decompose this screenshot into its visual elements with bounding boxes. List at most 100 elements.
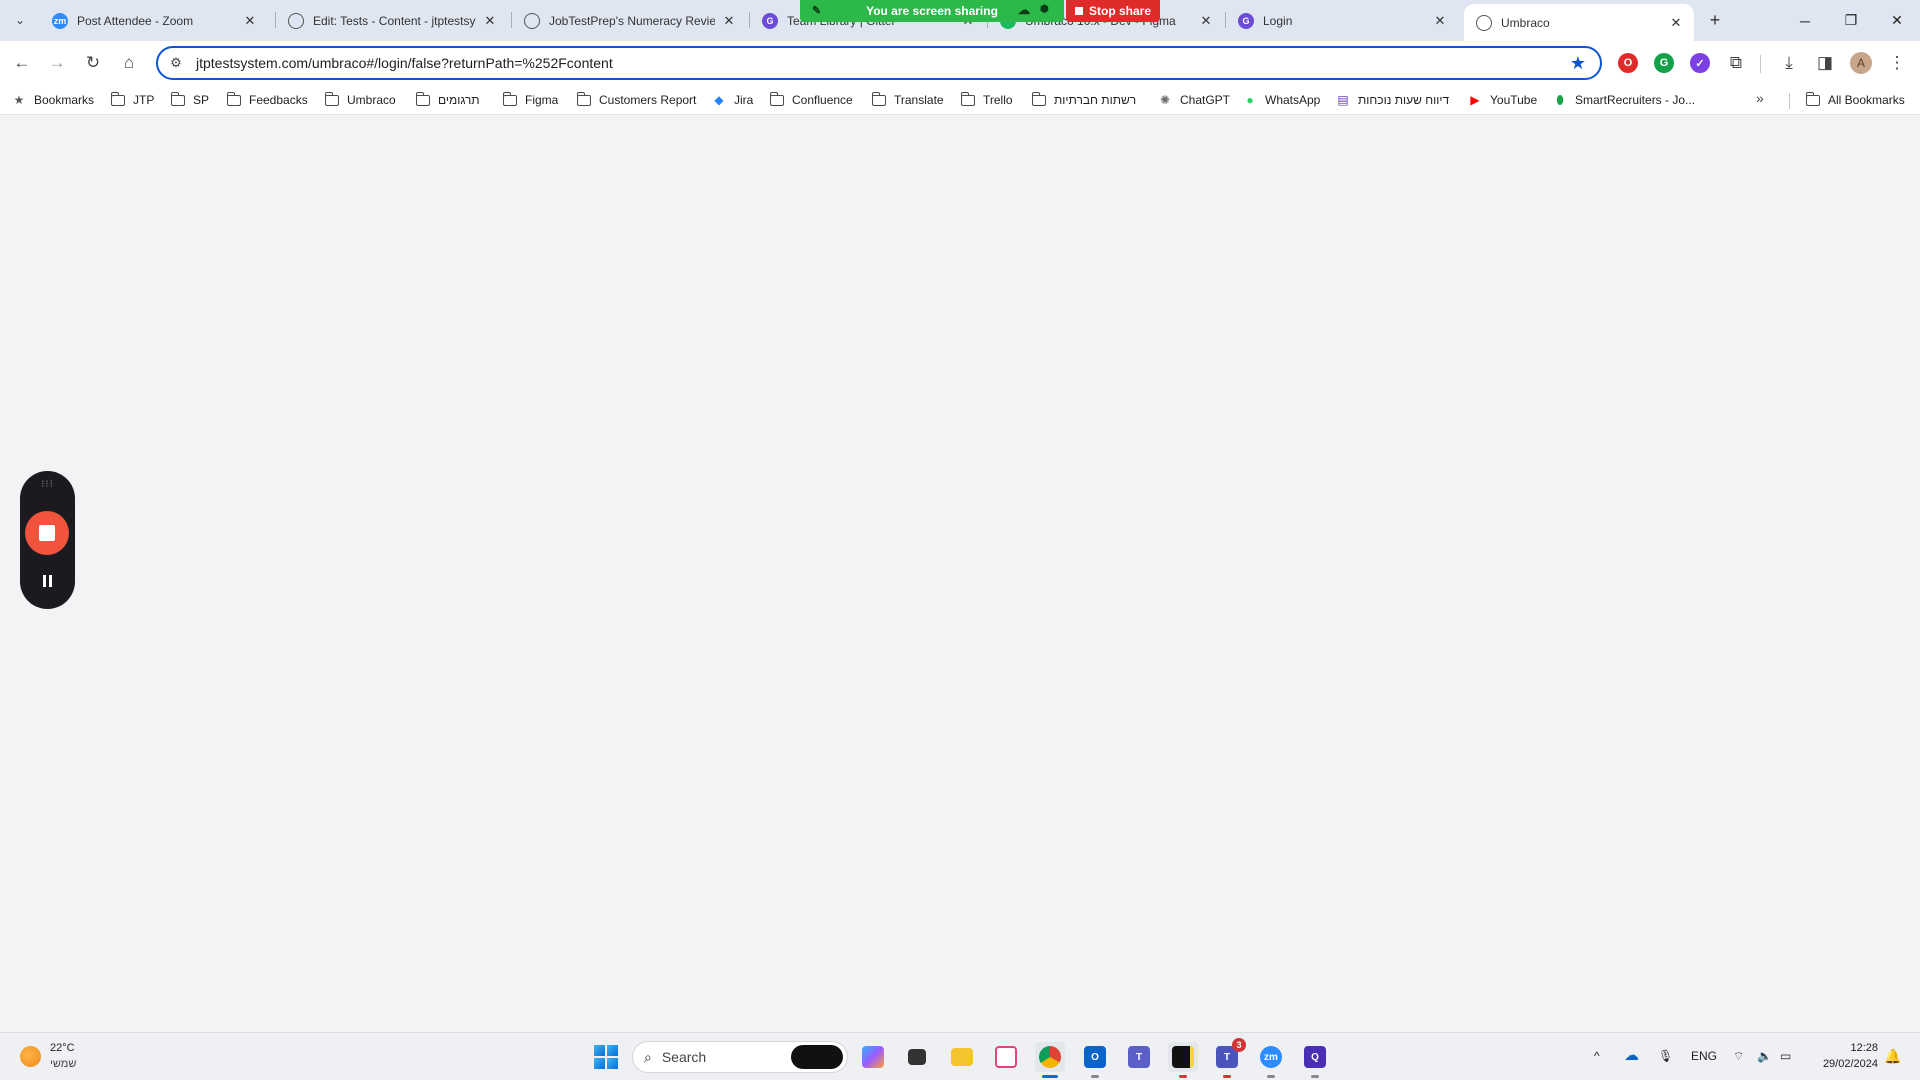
bookmark-item[interactable]: תרגומים [415,90,480,110]
tab-post-attendee-zoom[interactable]: zm Post Attendee - Zoom ✕ [40,4,268,37]
profile-avatar[interactable]: A [1850,52,1872,74]
tab-title: Edit: Tests - Content - jtptestsys [313,13,476,28]
close-icon[interactable]: ✕ [242,13,258,29]
bookmark-item[interactable]: ⬮ SmartRecruiters - Jo... [1553,90,1695,110]
grammarly-extension-icon[interactable]: G [1654,53,1674,73]
folder-icon [415,91,430,106]
jira-icon: ◆ [714,93,724,107]
tab-edit-tests[interactable]: Edit: Tests - Content - jtptestsys ✕ [276,4,508,37]
sun-icon[interactable] [20,1046,41,1067]
url-input[interactable]: jtptestsystem.com/umbraco#/login/false?r… [196,55,1566,71]
outlook-icon[interactable]: O [1080,1042,1110,1078]
browser-toolbar: ← → ↻ ⌂ ⚙ jtptestsystem.com/umbraco#/log… [0,41,1920,85]
clock-time[interactable]: 12:28 [1814,1042,1878,1054]
bookmark-item[interactable]: Feedbacks [226,90,308,110]
folder-icon [502,91,517,106]
microphone-icon[interactable]: 🎙 [1658,1049,1673,1063]
window-close-icon[interactable]: ✕ [1874,0,1920,41]
tab-numeracy-review[interactable]: JobTestPrep's Numeracy Review ✕ [512,4,747,37]
restore-icon[interactable]: ❐ [1828,0,1874,41]
minimize-icon[interactable]: ─ [1782,0,1828,41]
folder-icon [576,91,591,106]
opera-extension-icon[interactable]: O [1618,53,1638,73]
stop-recording-button[interactable] [25,511,69,555]
bookmark-label: Confluence [792,93,853,107]
onedrive-cloud-icon[interactable]: ☁ [1624,1046,1639,1064]
bookmark-item[interactable]: ▶ YouTube [1468,90,1537,110]
tab-search-chevron-icon[interactable]: ⌄ [8,8,32,32]
bookmark-label: ChatGPT [1180,93,1231,107]
bookmark-item[interactable]: ▤ דיווח שעות נוכחות [1336,90,1449,110]
pause-recording-button[interactable] [20,571,75,591]
clock-date[interactable]: 29/02/2024 [1800,1058,1878,1070]
screen-sharing-banner[interactable]: ✎ You are screen sharing ☁ ⬢ [800,0,1064,22]
snipping-tool-icon[interactable] [991,1042,1021,1072]
bookmark-star-icon[interactable]: ★ [1566,53,1590,74]
notification-bell-icon[interactable]: 🔔 [1884,1048,1901,1065]
zoom-app-icon[interactable]: zm [1256,1042,1286,1078]
bookmarks-overflow-icon[interactable]: » [1756,90,1764,106]
bookmark-item[interactable]: JTP [110,90,154,110]
purple-extension-icon[interactable]: ✓ [1690,53,1710,73]
weather-temp[interactable]: 22°C [50,1042,75,1054]
bookmark-item[interactable]: Confluence [769,90,853,110]
globe-icon [1476,14,1492,31]
close-icon[interactable]: ✕ [1668,15,1684,31]
tab-title: Umbraco [1501,15,1550,30]
download-icon[interactable]: ⤓ [1775,49,1803,77]
stop-share-button[interactable]: Stop share [1066,0,1160,22]
close-icon[interactable]: ✕ [1198,13,1214,29]
volume-icon[interactable]: 🔈 [1757,1049,1772,1063]
bookmark-label: Customers Report [599,93,697,107]
menu-dots-icon[interactable]: ⋮ [1883,49,1911,77]
site-info-icon[interactable]: ⚙ [166,55,186,71]
teams-icon[interactable]: T [1124,1042,1154,1072]
bookmark-item[interactable]: SP [170,90,209,110]
folder-icon [769,91,784,106]
windows-start-icon[interactable] [594,1045,618,1069]
stop-square-icon [39,525,55,541]
teams-new-icon[interactable]: T3 [1212,1038,1246,1078]
language-indicator[interactable]: ENG [1691,1049,1717,1063]
reload-icon[interactable]: ↻ [79,49,107,77]
bookmark-item[interactable]: ✺ ChatGPT [1158,90,1230,110]
bookmark-item[interactable]: Figma [502,90,558,110]
close-icon[interactable]: ✕ [721,13,737,29]
sticky-notes-icon[interactable] [1168,1042,1198,1078]
folder-icon [324,91,339,106]
bookmark-item[interactable]: Translate [871,90,944,110]
weather-desc[interactable]: שמשי [50,1058,76,1070]
home-icon[interactable]: ⌂ [115,49,143,77]
all-bookmarks-item[interactable]: All Bookmarks [1805,90,1905,110]
close-icon[interactable]: ✕ [482,13,498,29]
bookmark-item[interactable]: ● WhatsApp [1243,90,1320,110]
copilot-icon[interactable] [858,1042,888,1072]
youtube-icon: ▶ [1470,93,1480,107]
tray-chevron-icon[interactable]: ^ [1594,1049,1600,1063]
bookmark-item[interactable]: Customers Report [576,90,697,110]
new-tab-button[interactable]: + [1703,8,1727,32]
chrome-icon[interactable] [1035,1042,1065,1078]
bookmark-item[interactable]: Trello [960,90,1013,110]
tab-umbraco-active[interactable]: Umbraco ✕ [1464,4,1694,41]
globe-icon [288,12,304,29]
bookmark-item[interactable]: ★ Bookmarks [12,90,94,110]
bookmark-item[interactable]: ◆ Jira [712,90,753,110]
tab-login[interactable]: G Login ✕ [1226,4,1458,37]
forward-arrow-icon[interactable]: → [43,49,71,77]
taskbar-search[interactable]: ⌕ Search [632,1041,848,1073]
bookmark-item[interactable]: Umbraco [324,90,396,110]
back-arrow-icon[interactable]: ← [8,49,36,77]
file-explorer-icon[interactable] [947,1042,977,1072]
close-icon[interactable]: ✕ [1432,13,1448,29]
screen-recorder-icon[interactable]: Q [1300,1042,1330,1078]
side-panel-icon[interactable]: ◨ [1811,49,1839,77]
wifi-icon[interactable]: ⌔ [1733,1049,1744,1064]
task-view-icon[interactable] [902,1042,932,1072]
bookmark-item[interactable]: רשתות חברתיות [1031,90,1136,110]
drag-handle-icon[interactable]: ⁝⁝⁝ [20,479,75,490]
battery-icon[interactable]: ▭ [1780,1049,1791,1063]
windows-taskbar: 22°C שמשי ⌕ Search O T T3 zm Q ^ ☁ 🎙 ENG… [0,1032,1920,1080]
extensions-puzzle-icon[interactable]: ⧉ [1722,49,1750,77]
address-bar[interactable]: ⚙ jtptestsystem.com/umbraco#/login/false… [156,46,1602,80]
